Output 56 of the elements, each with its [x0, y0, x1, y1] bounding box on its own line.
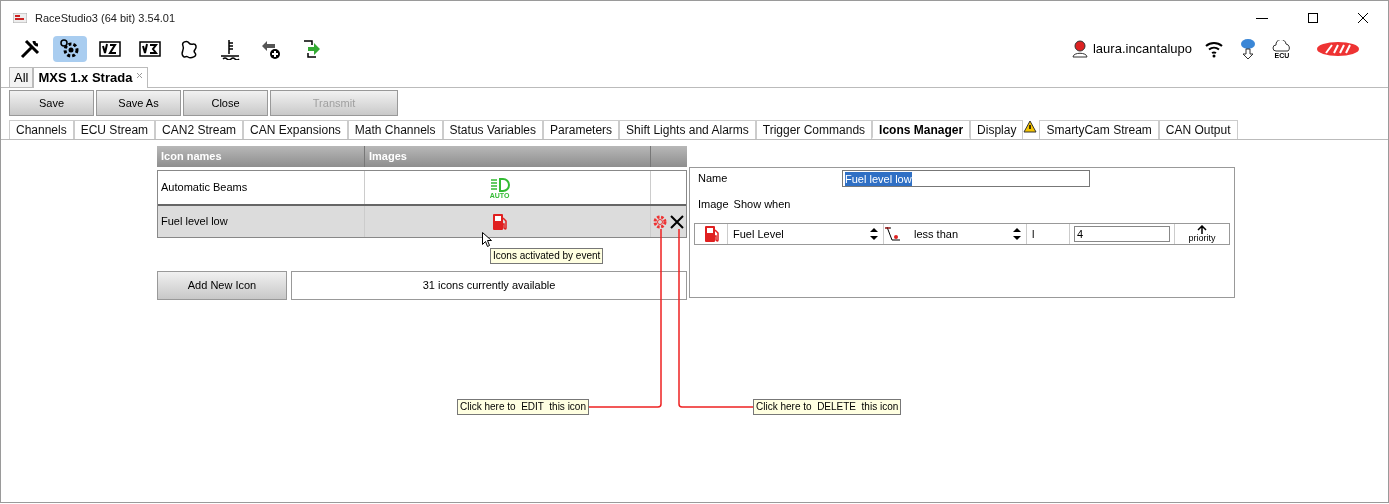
table-row[interactable]: Fuel level low	[158, 204, 686, 237]
name-input[interactable]: Fuel level low	[842, 170, 1090, 187]
settings-tab[interactable]: Parameters	[543, 120, 620, 139]
show-when-label: Show when	[733, 196, 791, 212]
cloud-icon[interactable]	[1272, 39, 1292, 52]
value-input[interactable]: 4	[1074, 226, 1170, 242]
priority-button[interactable]: priority	[1174, 224, 1229, 244]
fuel-pump-icon	[492, 212, 507, 231]
action-button[interactable]: Close	[183, 90, 268, 116]
app-logo-icon	[13, 13, 27, 23]
settings-tab[interactable]: CAN Expansions	[243, 120, 348, 139]
brand-logo-icon	[1316, 41, 1360, 57]
delete-icon[interactable]	[670, 214, 684, 229]
unit-label: l	[1027, 224, 1070, 244]
cloud-download-icon[interactable]	[1240, 38, 1256, 60]
add-new-icon-button[interactable]: Add New Icon	[157, 271, 287, 300]
image-label: Image	[698, 196, 729, 212]
name-label: Name	[698, 171, 729, 187]
operator-dropdown[interactable]: less than	[902, 224, 1027, 244]
settings-tab[interactable]: Shift Lights and Alarms	[619, 120, 756, 139]
wifi-icon[interactable]	[1204, 40, 1224, 58]
user-icon	[1070, 40, 1089, 58]
device-tab[interactable]: All	[9, 67, 34, 87]
tooltip: Icons activated by event	[490, 248, 604, 264]
close-tab-icon[interactable]	[136, 71, 144, 79]
settings-tab[interactable]: Trigger Commands	[755, 120, 873, 139]
icon-name-cell: Fuel level low	[158, 206, 365, 237]
settings-tab[interactable]: Icons Manager	[872, 120, 971, 139]
mouse-cursor-icon	[482, 232, 492, 247]
column-header: Images	[365, 146, 651, 167]
callout-label: Click here to EDIT this icon	[457, 399, 589, 415]
settings-tab[interactable]: Display	[970, 120, 1024, 139]
threshold-icon	[884, 226, 902, 242]
column-header: Icon names	[157, 146, 365, 167]
callout-label: Click here to DELETE this icon	[753, 399, 902, 415]
gears-icon[interactable]	[53, 36, 87, 62]
fuel-pump-icon	[703, 225, 719, 243]
settings-tab[interactable]: Math Channels	[347, 120, 443, 139]
action-button[interactable]: Save As	[96, 90, 181, 116]
window-title: RaceStudio3 (64 bit) 3.54.01	[35, 10, 176, 26]
available-icons-count: 31 icons currently available	[291, 271, 687, 300]
channel-dropdown[interactable]: Fuel Level	[728, 224, 884, 244]
settings-tab[interactable]: CAN Output	[1158, 120, 1238, 139]
user-name[interactable]: laura.incantalupo	[1092, 39, 1192, 59]
close-icon[interactable]	[1358, 13, 1368, 23]
action-button[interactable]: Save	[9, 90, 94, 116]
device-tab[interactable]: MXS 1.x Strada	[33, 67, 149, 88]
maximize-icon[interactable]	[1308, 13, 1318, 23]
up-down-arrows-icon[interactable]	[1013, 228, 1021, 240]
settings-tab[interactable]: Channels	[9, 120, 74, 139]
settings-tab[interactable]: CAN2 Stream	[155, 120, 244, 139]
settings-tab[interactable]: Status Variables	[442, 120, 544, 139]
minimize-icon[interactable]	[1256, 17, 1268, 19]
settings-tab[interactable]: SmartyCam Stream	[1039, 120, 1159, 139]
up-down-arrows-icon[interactable]	[870, 228, 878, 240]
settings-tab[interactable]: ECU Stream	[73, 120, 156, 139]
